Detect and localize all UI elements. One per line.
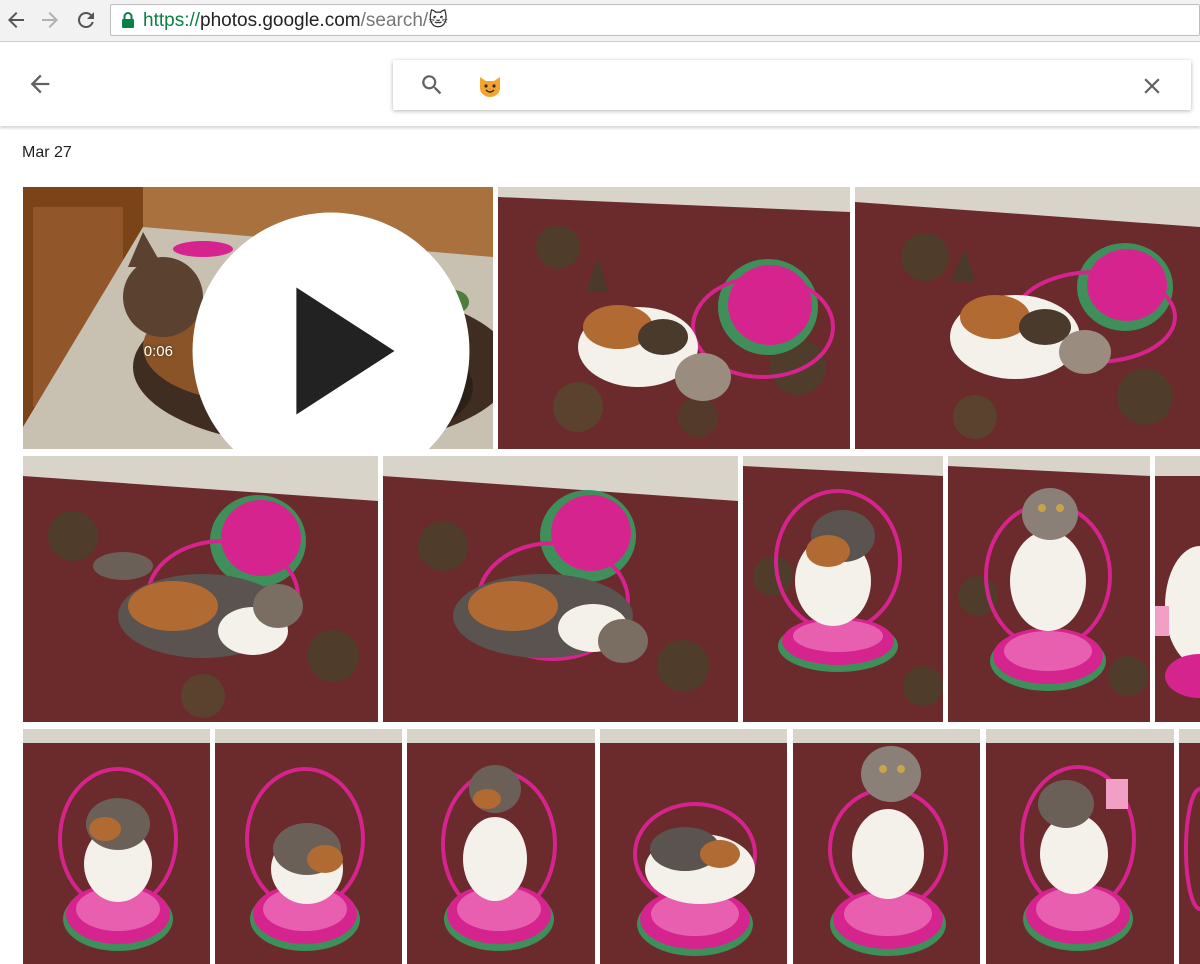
photo-thumbnail[interactable] xyxy=(986,729,1174,964)
url-cat-emoji: 🐱 xyxy=(428,10,448,31)
browser-forward-button[interactable] xyxy=(38,8,62,32)
photo-thumbnail[interactable] xyxy=(23,729,210,964)
photo-thumbnail[interactable] xyxy=(498,187,850,449)
photo-thumbnail[interactable] xyxy=(793,729,980,964)
photo-thumbnail[interactable] xyxy=(1155,456,1200,722)
url-text: https://photos.google.com/search/🐱 xyxy=(143,10,448,32)
photo-image xyxy=(23,729,210,964)
video-badge: 0:06 xyxy=(144,201,481,449)
reload-icon xyxy=(77,11,94,28)
url-path: /search/ xyxy=(360,10,429,31)
browser-reload-button[interactable] xyxy=(74,8,98,32)
url-scheme: https:// xyxy=(143,10,201,31)
address-bar[interactable]: https://photos.google.com/search/🐱 xyxy=(110,4,1200,36)
photo-thumbnail[interactable] xyxy=(215,729,402,964)
close-icon xyxy=(1144,78,1160,94)
back-button[interactable] xyxy=(26,70,54,98)
lock-icon xyxy=(122,12,134,28)
app-header: 🐱 xyxy=(0,42,1200,126)
video-thumbnail[interactable]: 0:06 xyxy=(23,187,493,449)
browser-toolbar: https://photos.google.com/search/🐱 xyxy=(0,0,1200,42)
date-heading: Mar 27 xyxy=(22,144,72,161)
video-duration: 0:06 xyxy=(143,342,173,360)
photo-image xyxy=(23,456,378,722)
arrow-back-icon xyxy=(30,74,50,94)
photo-image xyxy=(855,187,1200,449)
play-icon xyxy=(192,212,470,449)
search-icon xyxy=(422,75,442,95)
photo-thumbnail[interactable] xyxy=(407,729,595,964)
photo-image xyxy=(383,456,738,722)
photo-thumbnail[interactable] xyxy=(600,729,787,964)
photo-image xyxy=(215,729,402,964)
photo-thumbnail[interactable] xyxy=(383,456,738,722)
photo-image xyxy=(948,456,1150,722)
photo-thumbnail[interactable] xyxy=(743,456,943,722)
arrow-left-icon xyxy=(8,12,24,28)
cat-face-icon xyxy=(480,77,500,97)
photo-image xyxy=(793,729,980,964)
photo-thumbnail[interactable] xyxy=(855,187,1200,449)
photo-image xyxy=(743,456,943,722)
photo-image xyxy=(498,187,850,449)
url-host: photos.google.com xyxy=(200,10,361,31)
arrow-right-icon xyxy=(42,12,58,28)
photo-thumbnail[interactable] xyxy=(1179,729,1200,964)
photo-thumbnail[interactable] xyxy=(23,456,378,722)
photo-image xyxy=(407,729,595,964)
search-box[interactable]: 🐱 xyxy=(393,60,1191,110)
photo-thumbnail[interactable] xyxy=(948,456,1150,722)
photo-image xyxy=(1155,456,1200,722)
photo-image xyxy=(986,729,1174,964)
browser-back-button[interactable] xyxy=(4,8,28,32)
photo-image xyxy=(1179,729,1200,964)
photo-image xyxy=(600,729,787,964)
clear-search-button[interactable] xyxy=(1139,73,1165,99)
